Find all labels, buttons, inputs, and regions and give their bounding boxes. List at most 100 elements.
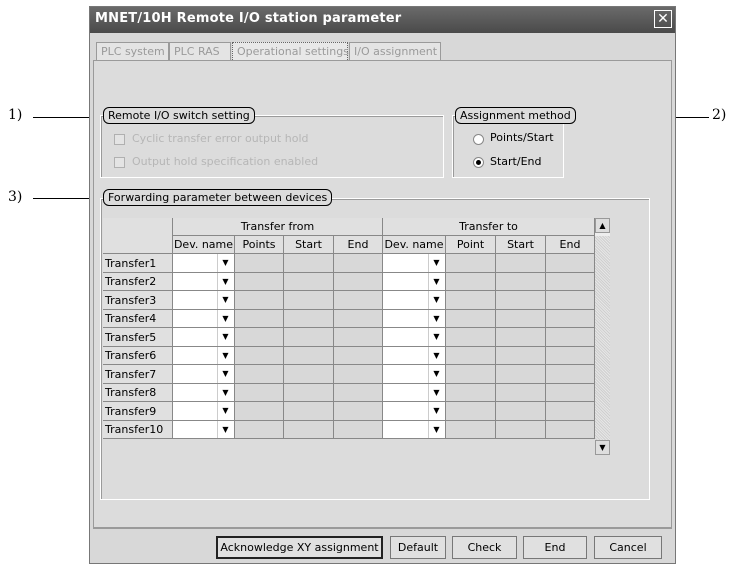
device-name-select[interactable]: ▼ bbox=[173, 273, 235, 291]
dropdown-arrow-icon[interactable]: ▼ bbox=[428, 273, 444, 290]
grid-cell[interactable] bbox=[284, 365, 334, 384]
device-name-select[interactable]: ▼ bbox=[383, 310, 446, 328]
device-name-select[interactable]: ▼ bbox=[383, 421, 446, 439]
dropdown-arrow-icon[interactable]: ▼ bbox=[217, 347, 233, 364]
grid-cell[interactable] bbox=[235, 310, 284, 328]
dropdown-arrow-icon[interactable]: ▼ bbox=[217, 291, 233, 309]
grid-cell[interactable] bbox=[496, 254, 546, 273]
dropdown-arrow-icon[interactable]: ▼ bbox=[217, 402, 233, 420]
grid-cell[interactable] bbox=[546, 273, 595, 291]
acknowledge-xy-assignment-button[interactable]: Acknowledge XY assignment bbox=[216, 536, 383, 559]
grid-cell[interactable] bbox=[446, 291, 496, 310]
cyclic-error-hold-checkbox[interactable] bbox=[114, 134, 125, 145]
grid-cell[interactable] bbox=[235, 254, 284, 273]
grid-cell[interactable] bbox=[284, 402, 334, 421]
dropdown-arrow-icon[interactable]: ▼ bbox=[217, 365, 233, 383]
grid-cell[interactable] bbox=[546, 384, 595, 402]
grid-cell[interactable] bbox=[235, 328, 284, 347]
grid-cell[interactable] bbox=[496, 384, 546, 402]
grid-cell[interactable] bbox=[334, 291, 383, 310]
tab-plc-ras[interactable]: PLC RAS bbox=[169, 42, 231, 60]
dropdown-arrow-icon[interactable]: ▼ bbox=[428, 365, 444, 383]
grid-cell[interactable] bbox=[546, 291, 595, 310]
grid-cell[interactable] bbox=[235, 347, 284, 365]
dropdown-arrow-icon[interactable]: ▼ bbox=[217, 384, 233, 401]
device-name-select[interactable]: ▼ bbox=[383, 384, 446, 402]
dropdown-arrow-icon[interactable]: ▼ bbox=[217, 310, 233, 327]
title-bar[interactable]: MNET/10H Remote I/O station parameter ✕ bbox=[90, 7, 675, 33]
grid-cell[interactable] bbox=[334, 402, 383, 421]
device-name-select[interactable]: ▼ bbox=[173, 328, 235, 347]
grid-cell[interactable] bbox=[546, 402, 595, 421]
dropdown-arrow-icon[interactable]: ▼ bbox=[428, 384, 444, 401]
grid-cell[interactable] bbox=[284, 328, 334, 347]
grid-cell[interactable] bbox=[334, 421, 383, 439]
close-icon[interactable]: ✕ bbox=[654, 10, 672, 28]
grid-cell[interactable] bbox=[546, 347, 595, 365]
device-name-select[interactable]: ▼ bbox=[383, 347, 446, 365]
device-name-select[interactable]: ▼ bbox=[173, 421, 235, 439]
grid-cell[interactable] bbox=[284, 291, 334, 310]
grid-cell[interactable] bbox=[235, 273, 284, 291]
dropdown-arrow-icon[interactable]: ▼ bbox=[217, 273, 233, 290]
scroll-thumb[interactable] bbox=[595, 236, 610, 440]
grid-cell[interactable] bbox=[235, 421, 284, 439]
dropdown-arrow-icon[interactable]: ▼ bbox=[428, 347, 444, 364]
device-name-select[interactable]: ▼ bbox=[173, 291, 235, 310]
grid-cell[interactable] bbox=[284, 421, 334, 439]
device-name-select[interactable]: ▼ bbox=[173, 365, 235, 384]
grid-cell[interactable] bbox=[284, 273, 334, 291]
device-name-select[interactable]: ▼ bbox=[173, 402, 235, 421]
dropdown-arrow-icon[interactable]: ▼ bbox=[428, 402, 444, 420]
points-start-radio[interactable] bbox=[473, 134, 484, 145]
grid-cell[interactable] bbox=[235, 291, 284, 310]
grid-cell[interactable] bbox=[546, 365, 595, 384]
grid-cell[interactable] bbox=[334, 273, 383, 291]
end-button[interactable]: End bbox=[523, 536, 587, 559]
device-name-select[interactable]: ▼ bbox=[383, 365, 446, 384]
grid-cell[interactable] bbox=[446, 310, 496, 328]
grid-cell[interactable] bbox=[235, 402, 284, 421]
grid-cell[interactable] bbox=[496, 310, 546, 328]
grid-cell[interactable] bbox=[284, 347, 334, 365]
grid-cell[interactable] bbox=[496, 328, 546, 347]
device-name-select[interactable]: ▼ bbox=[383, 254, 446, 273]
tab-io-assignment[interactable]: I/O assignment bbox=[349, 42, 441, 60]
grid-cell[interactable] bbox=[446, 365, 496, 384]
dropdown-arrow-icon[interactable]: ▼ bbox=[428, 328, 444, 346]
check-button[interactable]: Check bbox=[452, 536, 517, 559]
grid-cell[interactable] bbox=[496, 402, 546, 421]
grid-cell[interactable] bbox=[446, 254, 496, 273]
grid-cell[interactable] bbox=[446, 421, 496, 439]
grid-cell[interactable] bbox=[235, 384, 284, 402]
default-button[interactable]: Default bbox=[390, 536, 446, 559]
dropdown-arrow-icon[interactable]: ▼ bbox=[428, 254, 444, 272]
grid-cell[interactable] bbox=[334, 328, 383, 347]
grid-cell[interactable] bbox=[284, 384, 334, 402]
grid-cell[interactable] bbox=[546, 310, 595, 328]
grid-cell[interactable] bbox=[546, 421, 595, 439]
grid-cell[interactable] bbox=[235, 365, 284, 384]
dropdown-arrow-icon[interactable]: ▼ bbox=[428, 291, 444, 309]
tab-plc-system[interactable]: PLC system bbox=[96, 42, 169, 60]
device-name-select[interactable]: ▼ bbox=[173, 347, 235, 365]
grid-cell[interactable] bbox=[334, 310, 383, 328]
device-name-select[interactable]: ▼ bbox=[173, 310, 235, 328]
dropdown-arrow-icon[interactable]: ▼ bbox=[217, 254, 233, 272]
grid-cell[interactable] bbox=[446, 328, 496, 347]
device-name-select[interactable]: ▼ bbox=[383, 273, 446, 291]
dropdown-arrow-icon[interactable]: ▼ bbox=[428, 310, 444, 327]
dropdown-arrow-icon[interactable]: ▼ bbox=[428, 421, 444, 438]
grid-cell[interactable] bbox=[496, 347, 546, 365]
device-name-select[interactable]: ▼ bbox=[173, 384, 235, 402]
device-name-select[interactable]: ▼ bbox=[383, 291, 446, 310]
grid-cell[interactable] bbox=[446, 384, 496, 402]
grid-cell[interactable] bbox=[546, 254, 595, 273]
grid-cell[interactable] bbox=[284, 254, 334, 273]
grid-cell[interactable] bbox=[446, 273, 496, 291]
start-end-radio[interactable] bbox=[473, 157, 484, 168]
grid-cell[interactable] bbox=[496, 291, 546, 310]
grid-cell[interactable] bbox=[496, 421, 546, 439]
grid-cell[interactable] bbox=[546, 328, 595, 347]
grid-cell[interactable] bbox=[334, 347, 383, 365]
